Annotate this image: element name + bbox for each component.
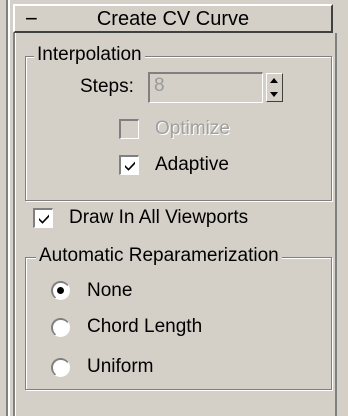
checkmark-icon (125, 161, 135, 171)
adaptive-label: Adaptive (155, 154, 229, 175)
spinner-down-icon[interactable] (270, 92, 278, 97)
radio-none[interactable] (51, 281, 70, 300)
radio-none-label: None (87, 280, 133, 301)
steps-input[interactable]: 8 (148, 72, 263, 103)
panel-left-edge (0, 0, 10, 416)
adaptive-checkbox[interactable] (119, 155, 139, 175)
radio-chord-length[interactable] (51, 318, 70, 337)
radio-uniform[interactable] (51, 358, 70, 377)
radio-uniform-label: Uniform (87, 356, 154, 377)
draw-in-all-viewports-label: Draw In All Viewports (69, 207, 249, 228)
reparameterization-group-label: Automatic Reparamerization (36, 245, 282, 267)
optimize-checkbox[interactable] (119, 119, 139, 139)
checkmark-icon (39, 214, 49, 224)
radio-selected-dot (57, 287, 64, 294)
steps-spinner[interactable] (266, 73, 283, 102)
steps-label: Steps: (80, 76, 134, 97)
optimize-label: Optimize (155, 118, 230, 139)
steps-value: 8 (154, 75, 165, 96)
spinner-up-icon[interactable] (270, 78, 278, 83)
rollout-header-create-cv-curve[interactable]: − Create CV Curve (13, 4, 333, 33)
rollout-title: Create CV Curve (96, 8, 250, 30)
draw-in-all-viewports-checkbox[interactable] (33, 208, 53, 228)
radio-chord-length-label: Chord Length (87, 316, 203, 337)
interpolation-group-label: Interpolation (34, 44, 145, 66)
